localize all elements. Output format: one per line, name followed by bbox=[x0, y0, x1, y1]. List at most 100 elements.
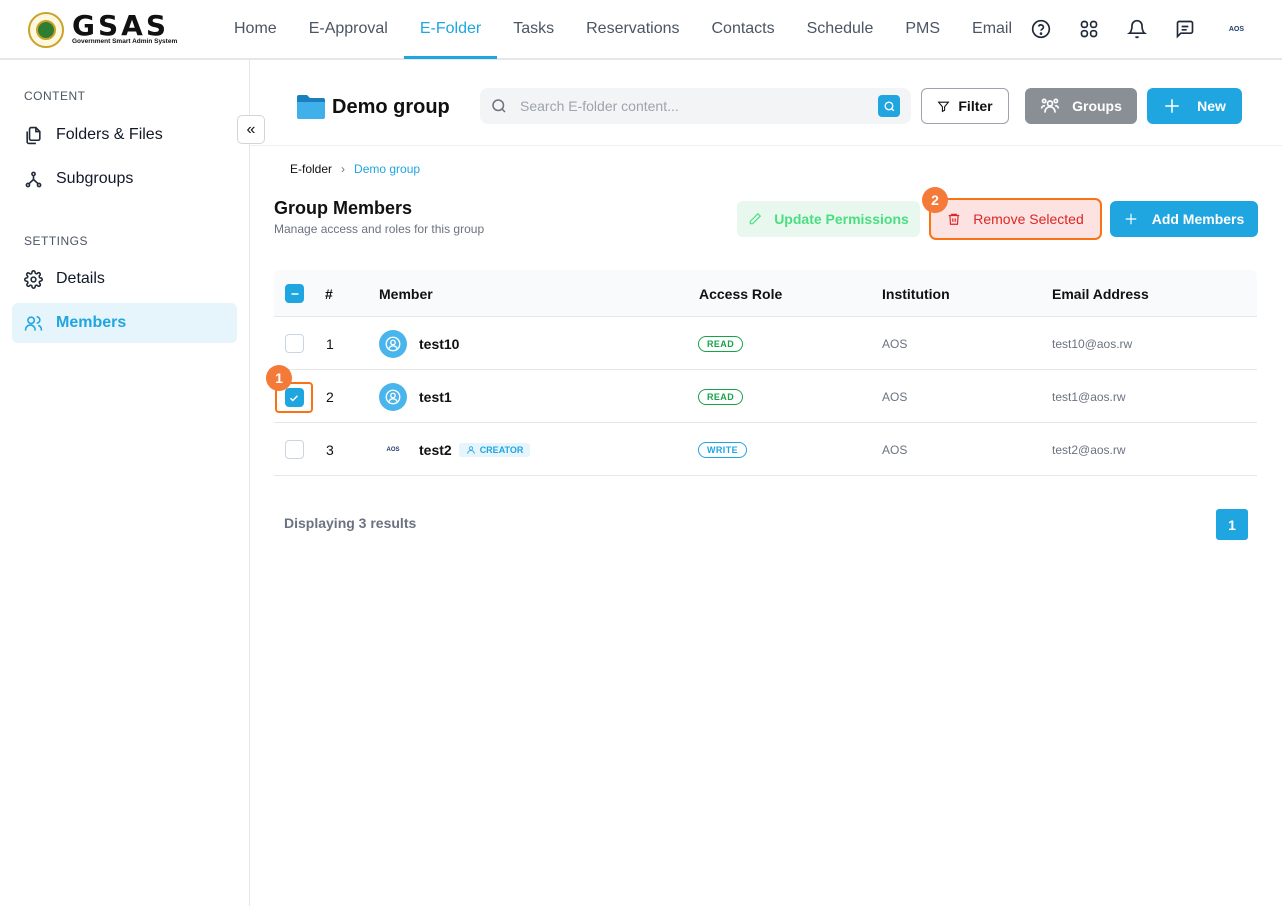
user-avatar-icon bbox=[379, 382, 407, 411]
row-checkbox[interactable] bbox=[285, 440, 304, 459]
update-permissions-label: Update Permissions bbox=[774, 211, 909, 227]
groups-icon bbox=[1040, 98, 1060, 113]
nav-home[interactable]: Home bbox=[218, 0, 293, 58]
search-submit-button[interactable] bbox=[878, 95, 900, 117]
minus-icon bbox=[291, 292, 298, 295]
bell-icon[interactable] bbox=[1123, 15, 1151, 43]
add-members-button[interactable]: Add Members bbox=[1110, 201, 1258, 237]
groups-button[interactable]: Groups bbox=[1025, 88, 1137, 124]
row-number: 3 bbox=[326, 441, 334, 458]
nav-schedule[interactable]: Schedule bbox=[791, 0, 890, 58]
filter-button[interactable]: Filter bbox=[921, 88, 1009, 124]
folder-title: Demo group bbox=[296, 94, 450, 120]
table-header: # Member Access Role Institution Email A… bbox=[274, 270, 1257, 317]
step-marker-2: 2 bbox=[922, 187, 948, 213]
sidebar-item-members[interactable]: Members bbox=[12, 303, 237, 343]
access-role-badge: READ bbox=[698, 335, 744, 352]
search-icon bbox=[492, 99, 506, 113]
search-input[interactable] bbox=[520, 89, 878, 123]
national-emblem-icon bbox=[28, 12, 64, 48]
creator-badge: CREATOR bbox=[458, 442, 531, 457]
sidebar-item-label: Folders & Files bbox=[56, 126, 163, 143]
nav-tasks[interactable]: Tasks bbox=[497, 0, 570, 58]
sidebar-heading-content: CONTENT bbox=[24, 89, 86, 103]
filter-label: Filter bbox=[958, 98, 993, 114]
users-icon bbox=[24, 315, 43, 331]
filter-icon bbox=[937, 101, 950, 112]
user-icon bbox=[466, 445, 475, 454]
help-icon[interactable] bbox=[1027, 15, 1055, 43]
row-number: 1 bbox=[326, 335, 334, 352]
pagination-page-1[interactable]: 1 bbox=[1216, 509, 1248, 540]
column-header-num[interactable]: # bbox=[325, 270, 333, 317]
breadcrumb-root[interactable]: E-folder bbox=[290, 162, 332, 176]
column-header-email[interactable]: Email Address bbox=[1052, 270, 1149, 317]
collapse-sidebar-button[interactable]: « bbox=[237, 115, 265, 144]
remove-selected-button[interactable]: Remove Selected bbox=[929, 198, 1102, 240]
top-icons: AOS bbox=[1027, 0, 1282, 58]
results-count: Displaying 3 results bbox=[284, 515, 417, 531]
creator-label: CREATOR bbox=[479, 444, 524, 455]
add-members-label: Add Members bbox=[1151, 211, 1245, 227]
gsas-logo[interactable]: GSAS Government Smart Admin System bbox=[28, 12, 177, 48]
step-marker-1: 1 bbox=[266, 365, 292, 391]
chevron-right-icon: › bbox=[341, 162, 346, 176]
user-avatar-icon bbox=[379, 329, 407, 358]
member-name: test10 bbox=[419, 335, 460, 352]
check-icon bbox=[289, 394, 299, 402]
email-address: test1@aos.rw bbox=[1052, 389, 1126, 404]
column-header-institution[interactable]: Institution bbox=[882, 270, 950, 317]
row-checkbox[interactable] bbox=[284, 388, 304, 407]
row-number: 2 bbox=[326, 388, 334, 405]
groups-label: Groups bbox=[1072, 98, 1122, 114]
column-header-member[interactable]: Member bbox=[379, 270, 433, 317]
sidebar-item-label: Details bbox=[56, 270, 105, 287]
nav-reservations[interactable]: Reservations bbox=[570, 0, 695, 58]
nav-email[interactable]: Email bbox=[956, 0, 1028, 58]
aos-logo-avatar: AOS bbox=[386, 446, 400, 453]
nav-e-approval[interactable]: E-Approval bbox=[293, 0, 404, 58]
member-name: test2 bbox=[419, 441, 452, 458]
search-bar bbox=[480, 88, 911, 124]
top-navbar: GSAS Government Smart Admin System Home … bbox=[0, 0, 1282, 60]
search-icon bbox=[883, 100, 894, 111]
user-avatar[interactable]: AOS bbox=[1229, 26, 1244, 33]
chat-icon[interactable] bbox=[1171, 15, 1199, 43]
sidebar-item-label: Members bbox=[56, 314, 127, 331]
email-address: test2@aos.rw bbox=[1052, 442, 1126, 457]
nav-contacts[interactable]: Contacts bbox=[695, 0, 790, 58]
breadcrumb-current[interactable]: Demo group bbox=[354, 162, 420, 176]
institution: AOS bbox=[882, 389, 908, 404]
main-nav: Home E-Approval E-Folder Tasks Reservati… bbox=[218, 0, 1028, 59]
column-header-access-role[interactable]: Access Role bbox=[699, 270, 782, 317]
breadcrumb: E-folder › Demo group bbox=[290, 162, 420, 176]
update-permissions-button[interactable]: Update Permissions bbox=[737, 201, 920, 237]
sidebar-item-subgroups[interactable]: Subgroups bbox=[12, 159, 237, 199]
gear-icon bbox=[24, 269, 43, 289]
folder-title-text: Demo group bbox=[332, 95, 450, 118]
table-row[interactable]: 3 AOS test2 CREATOR WRITE AOS test2@aos.… bbox=[274, 423, 1257, 476]
trash-icon bbox=[948, 213, 960, 225]
access-role-badge: WRITE bbox=[698, 441, 747, 458]
pencil-icon bbox=[749, 212, 762, 225]
sidebar-heading-settings: SETTINGS bbox=[24, 234, 89, 248]
sidebar: CONTENT Folders & Files Subgroups SETTIN… bbox=[0, 60, 250, 906]
row-checkbox[interactable] bbox=[285, 334, 304, 353]
members-table: # Member Access Role Institution Email A… bbox=[274, 270, 1257, 476]
brand-title: GSAS bbox=[72, 9, 169, 43]
select-all-checkbox[interactable] bbox=[285, 284, 304, 303]
nav-e-folder[interactable]: E-Folder bbox=[403, 0, 498, 59]
sidebar-item-folders-files[interactable]: Folders & Files bbox=[12, 115, 237, 155]
new-button[interactable]: New bbox=[1147, 88, 1242, 124]
table-row[interactable]: 1 test10 READ AOS test10@aos.rw bbox=[274, 317, 1257, 370]
brand-subtitle: Government Smart Admin System bbox=[72, 38, 178, 46]
apps-grid-icon[interactable] bbox=[1075, 15, 1103, 43]
folder-icon bbox=[297, 95, 325, 119]
remove-selected-label: Remove Selected bbox=[973, 211, 1084, 227]
plus-icon bbox=[1165, 99, 1179, 113]
institution: AOS bbox=[882, 442, 908, 457]
content-header: Demo group Filter Groups New bbox=[250, 60, 1282, 146]
sidebar-item-details[interactable]: Details bbox=[12, 259, 237, 299]
table-row[interactable]: 2 test1 READ AOS test1@aos.rw bbox=[274, 370, 1257, 423]
nav-pms[interactable]: PMS bbox=[889, 0, 956, 58]
